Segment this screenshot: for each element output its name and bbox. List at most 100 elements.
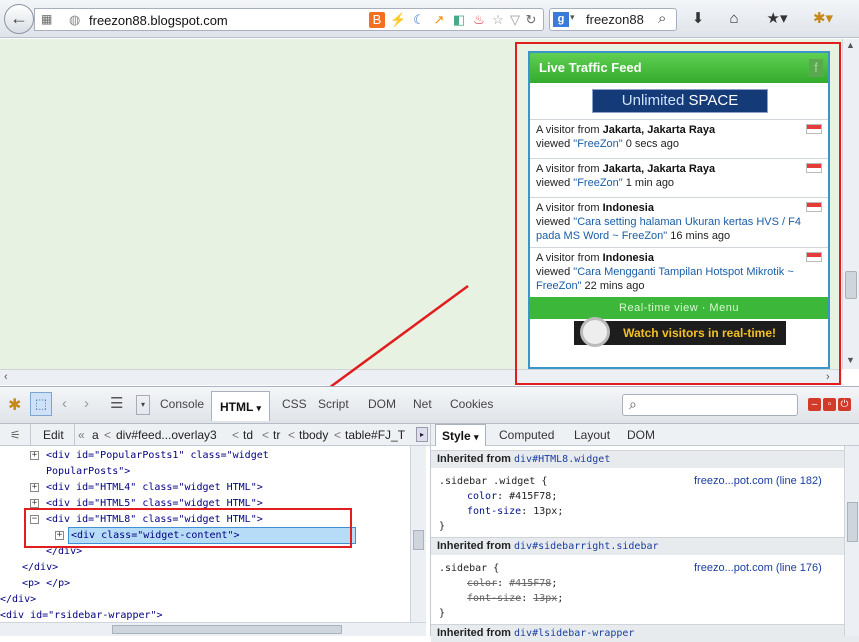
css-source-link[interactable]: freezo...pot.com (line 182)	[694, 475, 822, 487]
style-pane-vscroll[interactable]	[844, 446, 859, 636]
tab-console[interactable]: Console	[160, 397, 204, 411]
crumb-item[interactable]: div#feed...overlay3	[116, 428, 217, 442]
search-input[interactable]: g ▾ freezon88 ⌕	[549, 8, 677, 31]
tab-css[interactable]: CSS	[282, 397, 307, 411]
tab-net[interactable]: Net	[413, 397, 432, 411]
css-selector[interactable]: .sidebar .widget {	[439, 474, 547, 489]
nav-forward-icon[interactable]: ›	[84, 395, 89, 412]
dropdown-arrow-icon[interactable]: ▽	[507, 12, 523, 28]
chevron-down-icon[interactable]: ▾	[136, 395, 150, 415]
tab-dom[interactable]: DOM	[368, 397, 396, 411]
scroll-down-icon[interactable]: ▼	[846, 355, 855, 365]
back-button[interactable]: ←	[4, 4, 34, 34]
html-pane-hscroll[interactable]	[0, 622, 426, 636]
download-icon[interactable]: ⬇	[686, 8, 710, 30]
back-arrow-icon: ←	[10, 8, 28, 28]
inherited-label: Inherited from	[437, 540, 515, 552]
firebug-search-input[interactable]: ⌕	[622, 394, 798, 416]
html-node-line[interactable]: <div id="HTML4" class="widget HTML">	[46, 480, 263, 496]
crumb-separator: <	[104, 428, 112, 442]
css-source-link[interactable]: freezo...pot.com (line 176)	[694, 562, 822, 574]
highlight-box-widget	[515, 42, 841, 385]
html-node-line[interactable]: <div id="PopularPosts1" class="widget	[46, 448, 269, 464]
tab-computed[interactable]: Computed	[499, 428, 554, 442]
html-pane-vscroll[interactable]	[410, 446, 426, 622]
expand-icon[interactable]: +	[30, 483, 39, 492]
html-node-line[interactable]: <p> </p>	[22, 576, 70, 592]
search-icon[interactable]: ⌕	[658, 10, 666, 27]
blogger-icon[interactable]: B	[369, 12, 385, 28]
inherited-label: Inherited from	[437, 453, 515, 465]
bookmark-star-icon[interactable]: ☆	[490, 12, 506, 28]
tab-layout[interactable]: Layout	[574, 428, 610, 442]
css-property-overridden[interactable]: color: #415F78;	[467, 576, 557, 591]
tab-style[interactable]: Style ▾	[435, 424, 486, 446]
bookmarks-menu-icon[interactable]: ★▾	[760, 8, 794, 30]
crumb-separator: <	[262, 428, 270, 442]
html-node-line[interactable]: </div>	[0, 592, 36, 608]
browser-toolbar: ▦ ◍ freezon88.blogspot.com B ⚡ ☾ ↗ ◧ ♨ ☆…	[0, 0, 859, 38]
firebug-bug-icon[interactable]: ✱	[8, 395, 21, 415]
tab-html-label: HTML	[220, 400, 254, 414]
firebug-icon[interactable]: ✱▾	[806, 8, 840, 30]
close-icon[interactable]: ⏻	[838, 398, 851, 411]
html-node-line[interactable]: PopularPosts">	[46, 464, 130, 480]
scroll-thumb[interactable]	[413, 530, 424, 550]
nav-back-icon[interactable]: ‹	[62, 395, 67, 412]
minimize-icon[interactable]: –	[808, 398, 821, 411]
inherited-from-link[interactable]: div#sidebarright.sidebar	[514, 541, 659, 552]
extension-icon[interactable]: ◧	[451, 12, 467, 28]
breakpoint-icon[interactable]: ⚟	[10, 428, 21, 442]
crumb-item[interactable]: td	[243, 428, 253, 442]
wave-icon[interactable]: ☾	[411, 12, 427, 28]
inspect-icon[interactable]: ⬚	[30, 392, 52, 416]
tab-cookies[interactable]: Cookies	[450, 397, 493, 411]
crumb-item[interactable]: a	[92, 428, 99, 442]
vertical-scrollbar[interactable]: ▲ ▼	[842, 39, 859, 369]
scroll-left-icon[interactable]: ‹	[4, 371, 8, 383]
tab-side-dom[interactable]: DOM	[627, 428, 655, 442]
scroll-thumb[interactable]	[845, 271, 857, 299]
java-icon[interactable]: ♨	[471, 12, 487, 28]
url-bar[interactable]: ▦ ◍ freezon88.blogspot.com B ⚡ ☾ ↗ ◧ ♨ ☆…	[34, 8, 544, 31]
firebug-toolbar: ✱ ⬚ ‹ › ☰ ▾ Console HTML ▾ CSS Script DO…	[0, 386, 859, 424]
reload-icon[interactable]: ↻	[523, 12, 539, 28]
html-node-line[interactable]: </div>	[22, 560, 58, 576]
expand-icon[interactable]: +	[30, 499, 39, 508]
inherited-from-link[interactable]: div#HTML8.widget	[514, 454, 610, 465]
css-property[interactable]: font-size: 13px;	[467, 504, 563, 519]
css-prop-name: color	[467, 491, 498, 502]
tab-html[interactable]: HTML ▾	[211, 391, 270, 421]
crumb-scroll-right-icon[interactable]: ▸	[416, 427, 428, 442]
side-tabs: Style ▾ Computed Layout DOM	[431, 424, 859, 446]
scroll-thumb[interactable]	[847, 502, 858, 542]
css-prop-value: 13px	[533, 593, 558, 604]
tab-script[interactable]: Script	[318, 397, 349, 411]
list-icon[interactable]: ☰	[110, 394, 123, 412]
history-icon[interactable]: ▦	[41, 12, 52, 26]
crumb-item[interactable]: tr	[273, 428, 280, 442]
google-icon[interactable]: g	[553, 12, 569, 27]
crumb-separator: <	[288, 428, 296, 442]
chevron-down-icon[interactable]: ▾	[570, 12, 575, 23]
crumb-separator: «	[78, 428, 85, 442]
tab-style-label: Style	[442, 429, 471, 443]
css-property[interactable]: color: #415F78;	[467, 489, 557, 504]
edit-button[interactable]: Edit	[30, 424, 75, 446]
inherited-header: Inherited from div#lsidebar-wrapper	[431, 624, 859, 642]
expand-icon[interactable]: +	[30, 451, 39, 460]
crumb-item[interactable]: tbody	[299, 428, 328, 442]
inherited-label: Inherited from	[437, 627, 515, 639]
breadcrumb: ⚟ Edit « a < div#feed...overlay3 < td < …	[0, 424, 430, 446]
scroll-up-icon[interactable]: ▲	[846, 40, 855, 50]
inherited-from-link[interactable]: div#lsidebar-wrapper	[514, 628, 634, 639]
css-property-overridden[interactable]: font-size: 13px;	[467, 591, 563, 606]
crumb-item[interactable]: table#FJ_T	[345, 428, 415, 442]
detach-icon[interactable]: ▫	[823, 398, 836, 411]
addon-icon[interactable]: ⚡	[390, 12, 406, 28]
chart-icon[interactable]: ↗	[431, 12, 447, 28]
css-selector[interactable]: .sidebar {	[439, 561, 499, 576]
scroll-thumb[interactable]	[112, 625, 342, 634]
css-prop-value: #415F78	[509, 578, 552, 589]
home-icon[interactable]: ⌂	[722, 8, 746, 30]
